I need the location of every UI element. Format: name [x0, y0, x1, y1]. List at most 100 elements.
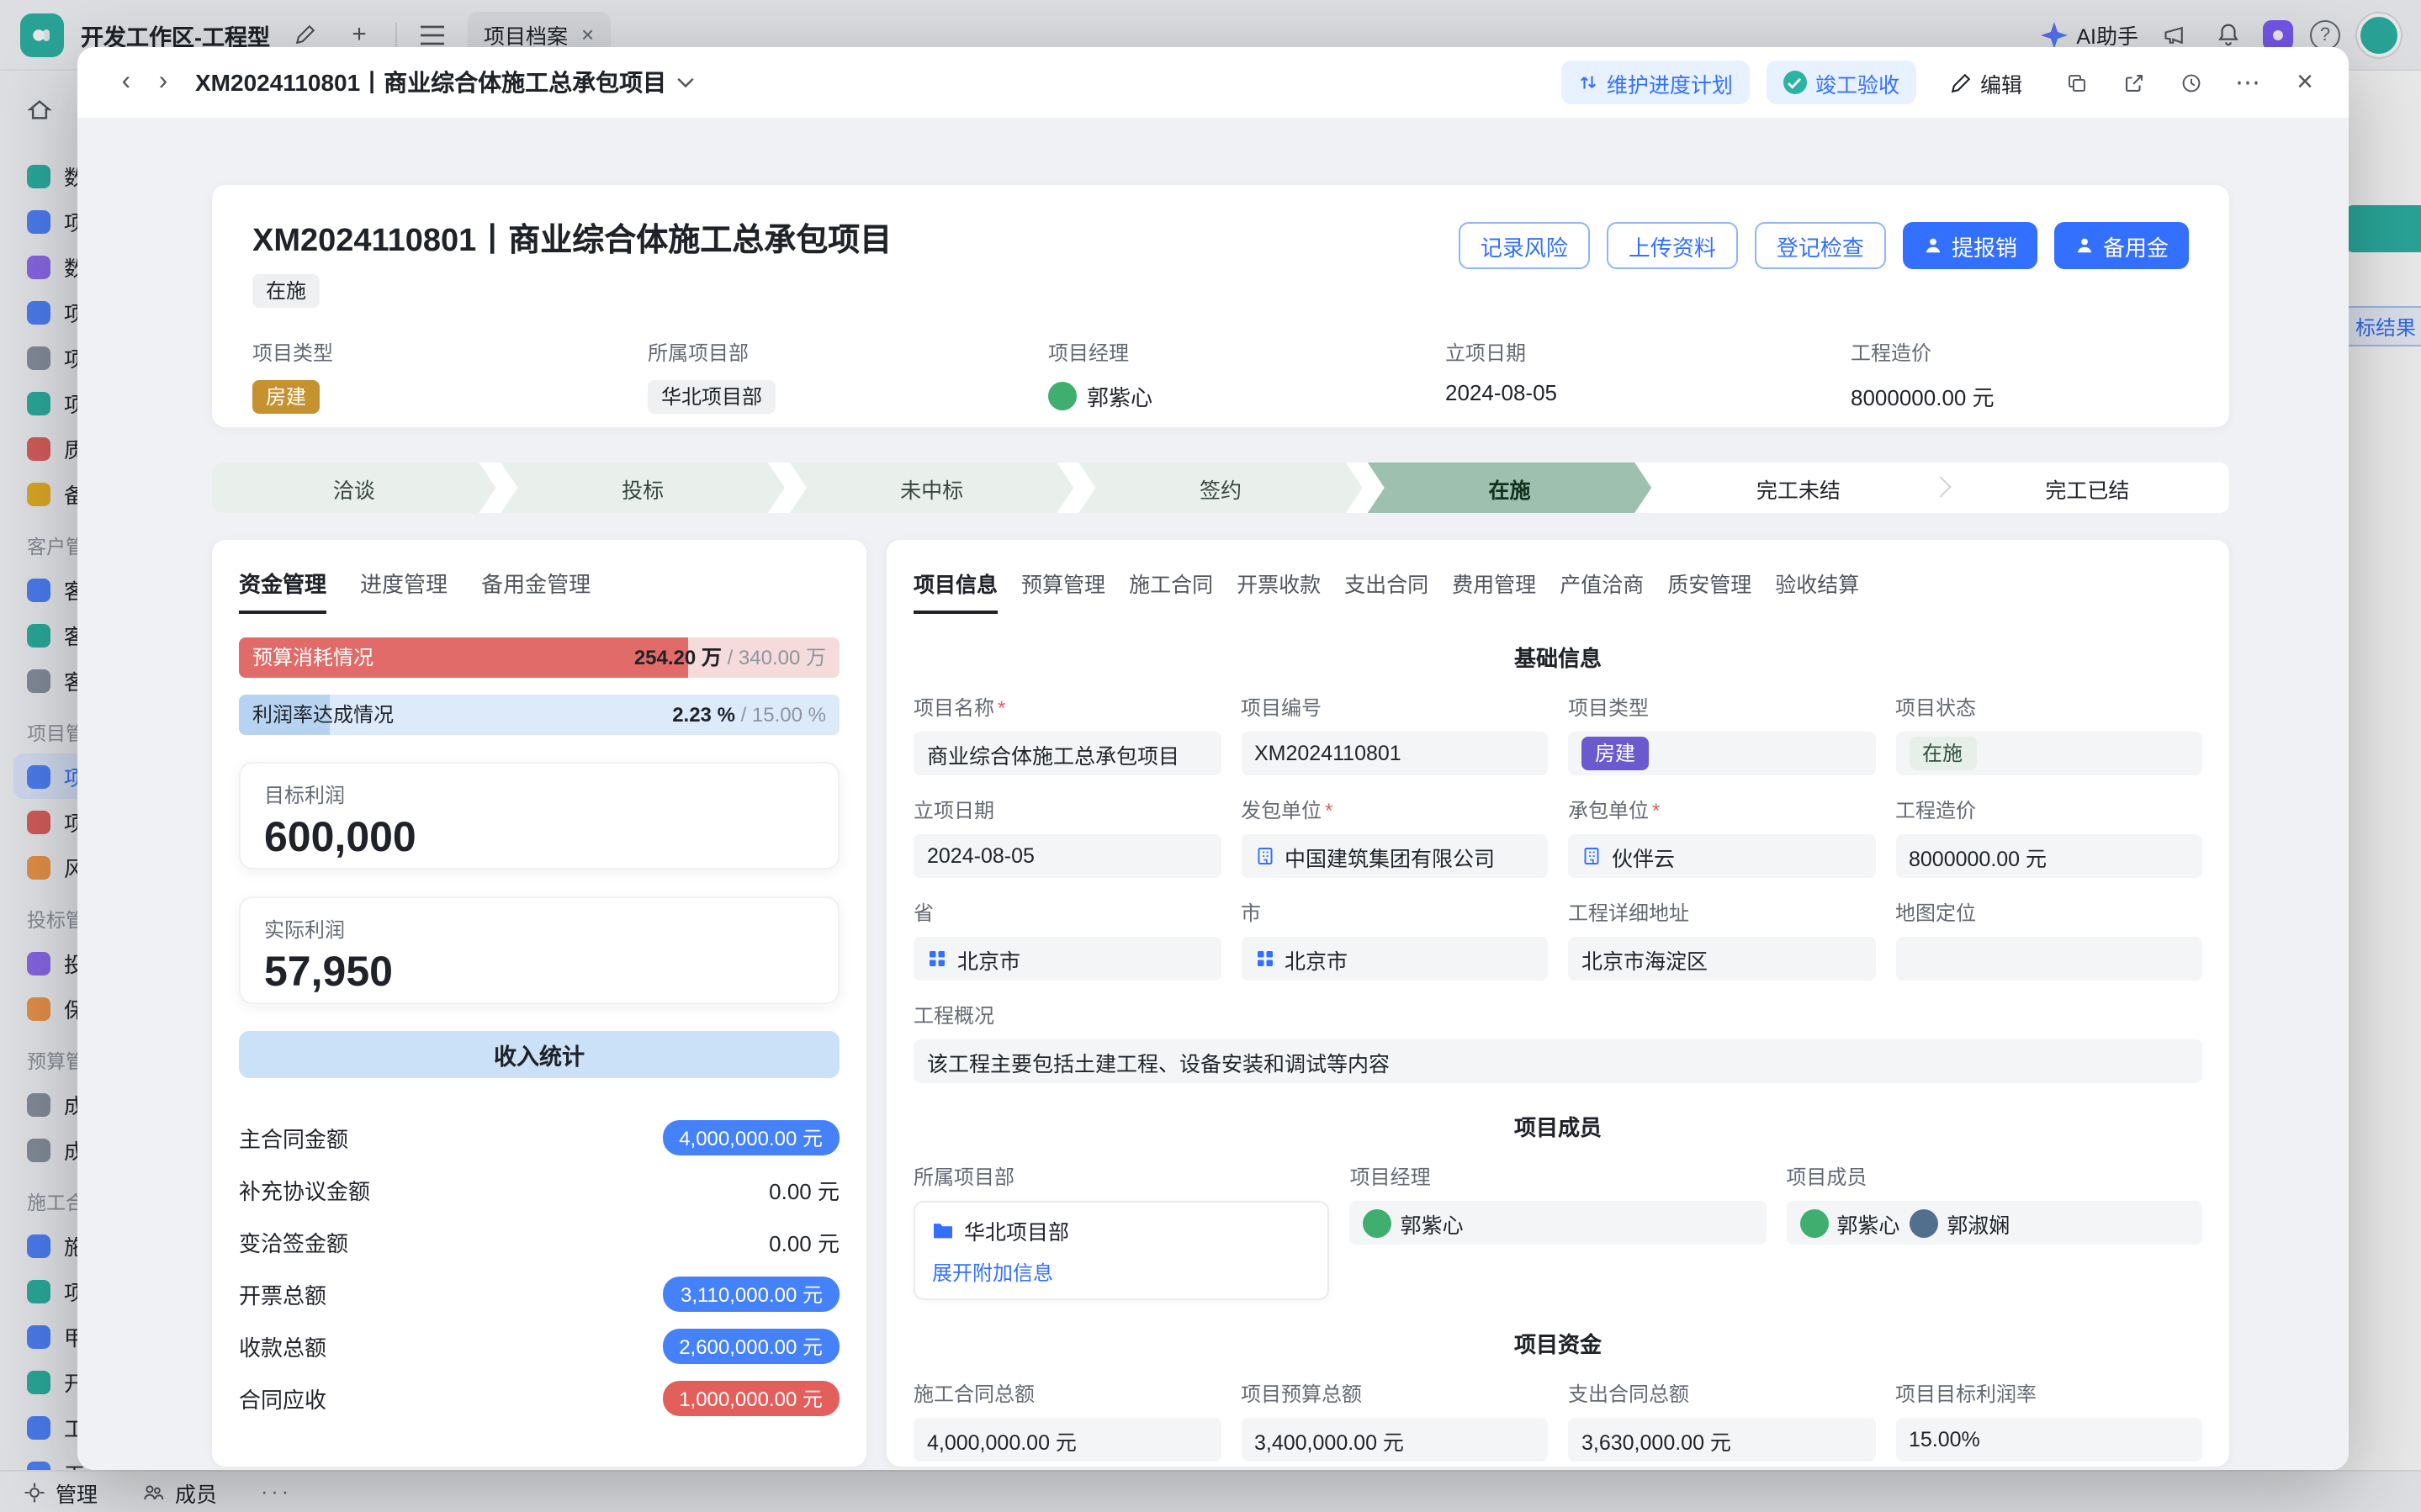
amount-badge-red: 1,000,000.00 元 [662, 1381, 840, 1416]
modal-header: ‹ › XM2024110801丨商业综合体施工总承包项目 维护进度计划 竣工验… [77, 47, 2349, 118]
maintain-schedule-button[interactable]: 维护进度计划 [1561, 61, 1750, 104]
project-overview-input[interactable]: 该工程主要包括土建工程、设备安装和调试等内容 [914, 1039, 2202, 1083]
register-inspection-button[interactable]: 登记检查 [1755, 222, 1886, 269]
tab-quality-safety[interactable]: 质安管理 [1667, 567, 1751, 614]
stage-signed[interactable]: 签约 [1078, 463, 1362, 513]
upload-files-button[interactable]: 上传资料 [1607, 222, 1738, 269]
amount-badge: 2,600,000.00 元 [662, 1329, 840, 1364]
project-status-input[interactable]: 在施 [1895, 732, 2202, 775]
building-icon [1254, 846, 1274, 866]
row-received-total: 收款总额 2,600,000.00 元 [239, 1320, 840, 1372]
tab-acceptance-settlement[interactable]: 验收结算 [1775, 567, 1859, 614]
avatar [1910, 1208, 1938, 1237]
project-type-badge: 房建 [252, 380, 320, 414]
field-city: 市 北京市 [1241, 898, 1548, 981]
share-icon[interactable] [2113, 62, 2153, 103]
contractor-unit-input[interactable]: 伙伴云 [1568, 834, 1875, 878]
stage-completed-unsettled[interactable]: 完工未结 [1656, 463, 1940, 513]
actual-profit-card: 实际利润 57,950 [239, 896, 840, 1004]
modal-title: XM2024110801丨商业综合体施工总承包项目 [195, 66, 695, 99]
detailed-address-input[interactable]: 北京市海淀区 [1568, 937, 1875, 981]
field-department: 所属项目部 华北项目部 展开附加信息 [914, 1162, 1330, 1300]
person-chip: 郭紫心 [1364, 1207, 1464, 1239]
field-project-type: 项目类型 房建 [1568, 693, 1875, 775]
tab-output-negotiation[interactable]: 产值洽商 [1560, 567, 1644, 614]
chevron-down-icon[interactable] [676, 77, 695, 88]
project-type-input[interactable]: 房建 [1568, 732, 1875, 775]
region-grid-icon [927, 949, 947, 969]
field-construction-contract-total: 施工合同总额 4,000,000.00 元 [914, 1379, 1221, 1462]
completion-acceptance-button[interactable]: 竣工验收 [1767, 61, 1916, 104]
tab-construction-contract[interactable]: 施工合同 [1129, 567, 1213, 614]
next-record-icon[interactable]: › [145, 64, 182, 101]
tab-project-info[interactable]: 项目信息 [914, 567, 998, 614]
stage-in-construction-active[interactable]: 在施 [1368, 463, 1651, 513]
amount-badge: 4,000,000.00 元 [662, 1120, 840, 1155]
tab-budget-management[interactable]: 预算管理 [1021, 567, 1105, 614]
summary-field-project-type: 项目类型 房建 [252, 338, 648, 414]
submit-expense-button[interactable]: 提报销 [1903, 222, 2037, 269]
start-date-input[interactable]: 2024-08-05 [914, 834, 1221, 878]
tab-expense-management[interactable]: 费用管理 [1452, 567, 1536, 614]
record-risk-button[interactable]: 记录风险 [1459, 222, 1590, 269]
prev-record-icon[interactable]: ‹ [108, 64, 145, 101]
budget-consumption-bar: 预算消耗情况 254.20 万 / 340.00 万 [239, 637, 840, 678]
section-project-funds: 项目资金 [914, 1327, 2202, 1359]
city-input[interactable]: 北京市 [1241, 937, 1548, 981]
stage-negotiation[interactable]: 洽谈 [212, 463, 495, 513]
person-icon [1923, 235, 1943, 256]
profit-rate-bar: 利润率达成情况 2.23 % / 15.00 % [239, 695, 840, 735]
close-icon[interactable]: × [2285, 62, 2325, 103]
more-icon[interactable]: ⋯ [2228, 62, 2268, 103]
project-name-input[interactable]: 商业综合体施工总承包项目 [914, 732, 1221, 775]
field-owner-unit: 发包单位* 中国建筑集团有限公司 [1241, 796, 1548, 878]
owner-unit-input[interactable]: 中国建筑集团有限公司 [1241, 834, 1548, 878]
summary-field-cost: 工程造价 8000000.00 元 [1851, 338, 2189, 414]
field-budget-total: 项目预算总额 3,400,000.00 元 [1241, 1379, 1548, 1462]
edit-button[interactable]: 编辑 [1933, 61, 2039, 104]
field-project-cost: 工程造价 8000000.00 元 [1895, 796, 2202, 878]
field-project-status: 项目状态 在施 [1895, 693, 2202, 775]
status-badge: 在施 [252, 274, 320, 308]
petty-cash-button[interactable]: 备用金 [2054, 222, 2189, 269]
tab-expenditure-contract[interactable]: 支出合同 [1344, 567, 1428, 614]
field-project-overview: 工程概况 该工程主要包括土建工程、设备安装和调试等内容 [914, 1001, 2202, 1083]
copy-icon[interactable] [2056, 62, 2096, 103]
status-badge: 在施 [1909, 737, 1976, 770]
field-province: 省 北京市 [914, 898, 1221, 981]
field-project-name: 项目名称* 商业综合体施工总承包项目 [914, 693, 1221, 775]
tab-invoice-collection[interactable]: 开票收款 [1237, 567, 1321, 614]
person-icon [2074, 235, 2095, 256]
row-supplement-agreement: 补充协议金额 0.00 元 [239, 1164, 840, 1216]
project-cost-input[interactable]: 8000000.00 元 [1895, 834, 2202, 878]
field-map-location: 地图定位 [1895, 898, 2202, 981]
project-code-input[interactable]: XM2024110801 [1241, 732, 1548, 775]
project-members-input[interactable]: 郭紫心 郭淑娴 [1786, 1201, 2202, 1245]
province-input[interactable]: 北京市 [914, 937, 1221, 981]
income-statistics-button[interactable]: 收入统计 [239, 1031, 840, 1078]
project-manager-input[interactable]: 郭紫心 [1350, 1201, 1767, 1245]
project-stage-stepper: 洽谈 投标 未中标 签约 在施 完工未结 完工已结 [212, 463, 2229, 513]
history-clock-icon[interactable] [2170, 62, 2211, 103]
summary-field-department: 所属项目部 华北项目部 [648, 338, 1048, 414]
modal-body: 记录风险 上传资料 登记检查 提报销 备用金 XM2024110801丨商业综合… [77, 118, 2349, 1470]
section-basic-info: 基础信息 [914, 641, 2202, 673]
tab-petty-cash-management[interactable]: 备用金管理 [481, 567, 591, 614]
tab-funds-management[interactable]: 资金管理 [239, 567, 326, 614]
pencil-icon [1950, 71, 1972, 93]
stage-bidding[interactable]: 投标 [501, 463, 784, 513]
project-type-badge: 房建 [1581, 737, 1649, 770]
tab-progress-management[interactable]: 进度管理 [360, 567, 448, 614]
avatar [1799, 1208, 1828, 1237]
stage-not-won[interactable]: 未中标 [790, 463, 1073, 513]
avatar [1048, 382, 1077, 410]
sort-icon [1578, 72, 1598, 93]
stage-completed-settled[interactable]: 完工已结 [1946, 463, 2229, 513]
department-card[interactable]: 华北项目部 展开附加信息 [914, 1201, 1330, 1300]
expand-extra-info-link[interactable]: 展开附加信息 [932, 1258, 1311, 1287]
field-project-members: 项目成员 郭紫心 郭淑娴 [1786, 1162, 2202, 1245]
map-location-input[interactable] [1895, 937, 2202, 981]
region-grid-icon [1254, 949, 1274, 969]
avatar [1364, 1208, 1392, 1237]
row-contract-receivable: 合同应收 1,000,000.00 元 [239, 1372, 840, 1425]
